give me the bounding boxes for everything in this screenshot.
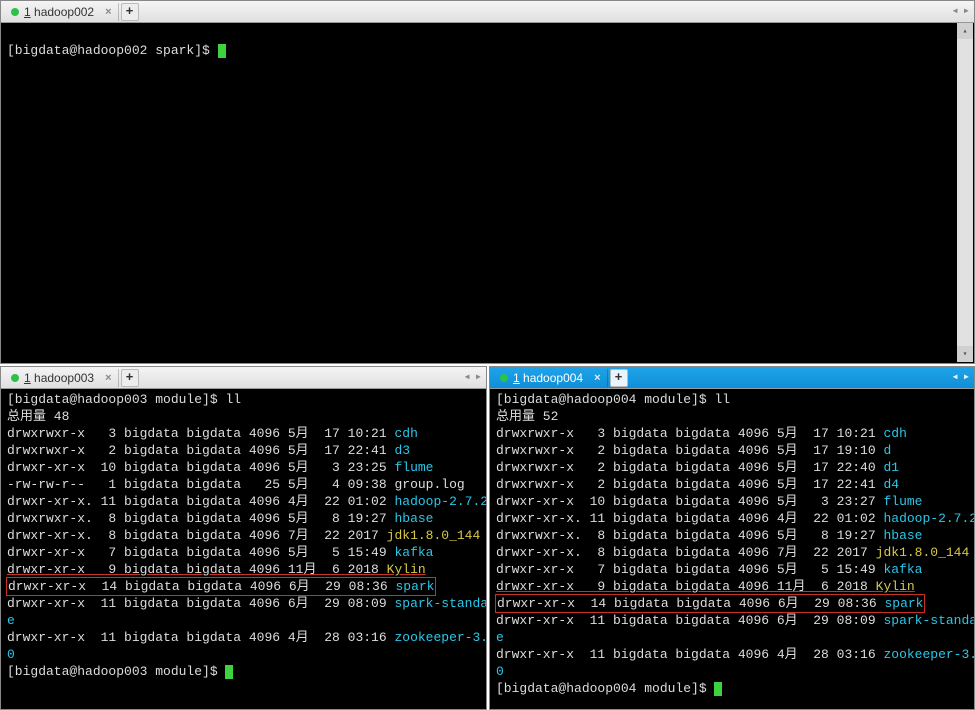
scrollbar[interactable]: ▴ ▾ [957,23,973,362]
list-item: drwxrwxr-x. 8 bigdata bigdata 4096 5月 8 … [7,510,480,527]
terminal-output-bl[interactable]: [bigdata@hadoop003 module]$ ll总用量 48drwx… [1,389,486,709]
list-item: drwxr-xr-x 11 bigdata bigdata 4096 4月 28… [496,646,968,663]
list-item: -rw-rw-r-- 1 bigdata bigdata 25 5月 4 09:… [7,476,480,493]
list-item: drwxr-xr-x 10 bigdata bigdata 4096 5月 3 … [496,493,968,510]
cursor-icon [218,44,226,58]
list-item: drwxr-xr-x 14 bigdata bigdata 4096 6月 29… [7,578,480,595]
cursor-icon [714,682,722,696]
list-item: drwxrwxr-x 3 bigdata bigdata 4096 5月 17 … [496,425,968,442]
tabbar-bl: 1 hadoop003 × + ◂ ▸ [1,367,486,389]
terminal-output-top[interactable]: [bigdata@hadoop002 spark]$ [1,23,974,363]
list-item: drwxrwxr-x 2 bigdata bigdata 4096 5月 17 … [7,442,480,459]
add-tab-button[interactable]: + [121,369,139,387]
tabbar-top: 1 hadoop002 × + ◂ ▸ [1,1,974,23]
tab-label: 1 hadoop004 [513,371,583,385]
list-item: drwxr-xr-x 14 bigdata bigdata 4096 6月 29… [496,595,968,612]
terminal-pane-top: 1 hadoop002 × + ◂ ▸ [bigdata@hadoop002 s… [0,0,975,364]
list-item: drwxr-xr-x 7 bigdata bigdata 4096 5月 5 1… [7,544,480,561]
close-icon[interactable]: × [105,372,111,384]
tab-label: 1 hadoop002 [24,5,94,19]
list-item: drwxr-xr-x 10 bigdata bigdata 4096 5月 3 … [7,459,480,476]
chevron-right-icon[interactable]: ▸ [963,369,970,384]
chevron-right-icon[interactable]: ▸ [963,3,970,18]
chevron-left-icon[interactable]: ◂ [952,3,959,18]
list-item: drwxr-xr-x. 11 bigdata bigdata 4096 4月 2… [7,493,480,510]
chevron-left-icon[interactable]: ◂ [464,369,471,384]
list-item: drwxr-xr-x. 11 bigdata bigdata 4096 4月 2… [496,510,968,527]
list-item: drwxrwxr-x. 8 bigdata bigdata 4096 5月 8 … [496,527,968,544]
scroll-thumb[interactable] [957,39,973,346]
close-icon[interactable]: × [594,372,600,384]
status-dot-icon [11,8,19,16]
terminal-output-br[interactable]: [bigdata@hadoop004 module]$ ll总用量 52drwx… [490,389,974,709]
list-item: drwxr-xr-x. 8 bigdata bigdata 4096 7月 22… [7,527,480,544]
tabbar-br: 1 hadoop004 × + ◂ ▸ [490,367,974,389]
chevron-left-icon[interactable]: ◂ [952,369,959,384]
list-item: drwxrwxr-x 3 bigdata bigdata 4096 5月 17 … [7,425,480,442]
tab-label: 1 hadoop003 [24,371,94,385]
list-item: drwxr-xr-x 9 bigdata bigdata 4096 11月 6 … [496,578,968,595]
list-item: drwxrwxr-x 2 bigdata bigdata 4096 5月 17 … [496,476,968,493]
status-dot-icon [11,374,19,382]
list-item: drwxr-xr-x 11 bigdata bigdata 4096 6月 29… [496,612,968,629]
close-icon[interactable]: × [105,6,111,18]
tab-hadoop003[interactable]: 1 hadoop003 × [5,369,119,387]
chevron-right-icon[interactable]: ▸ [475,369,482,384]
scroll-down-icon[interactable]: ▾ [957,346,973,362]
tab-hadoop004[interactable]: 1 hadoop004 × [494,369,608,387]
list-item: drwxr-xr-x. 8 bigdata bigdata 4096 7月 22… [496,544,968,561]
list-item: drwxr-xr-x 11 bigdata bigdata 4096 4月 28… [7,629,480,646]
cursor-icon [225,665,233,679]
terminal-pane-bottom-right: 1 hadoop004 × + ◂ ▸ [bigdata@hadoop004 m… [489,366,975,710]
list-item: drwxr-xr-x 11 bigdata bigdata 4096 6月 29… [7,595,480,612]
list-item: drwxrwxr-x 2 bigdata bigdata 4096 5月 17 … [496,442,968,459]
status-dot-icon [500,374,508,382]
list-item: drwxr-xr-x 7 bigdata bigdata 4096 5月 5 1… [496,561,968,578]
tab-scroll-arrows: ◂ ▸ [464,369,482,384]
add-tab-button[interactable]: + [121,3,139,21]
list-item: drwxrwxr-x 2 bigdata bigdata 4096 5月 17 … [496,459,968,476]
tab-hadoop002[interactable]: 1 hadoop002 × [5,3,119,21]
terminal-pane-bottom-left: 1 hadoop003 × + ◂ ▸ [bigdata@hadoop003 m… [0,366,487,710]
list-item: drwxr-xr-x 9 bigdata bigdata 4096 11月 6 … [7,561,480,578]
scroll-up-icon[interactable]: ▴ [957,23,973,39]
tab-scroll-arrows: ◂ ▸ [952,3,970,18]
tab-scroll-arrows: ◂ ▸ [952,369,970,384]
add-tab-button[interactable]: + [610,369,628,387]
